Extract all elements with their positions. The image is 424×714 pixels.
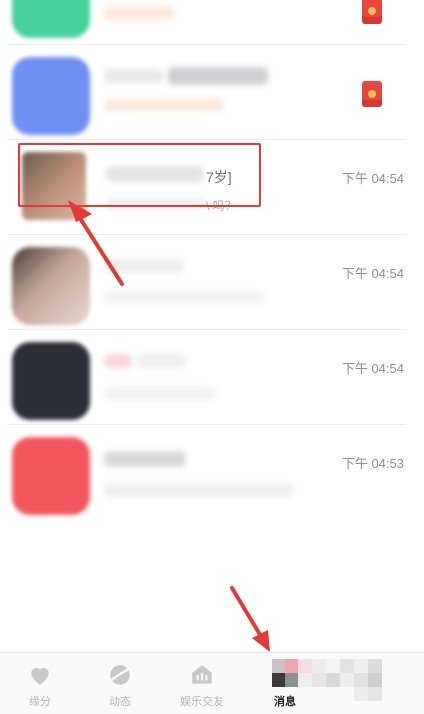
arrow-to-message-tab (230, 586, 270, 652)
message-icon (272, 659, 298, 687)
annotation-arrows (68, 200, 270, 652)
bottom-tab-bar: 缘分 动态 娱乐交友 消息 (0, 652, 424, 714)
tab-label: 娱乐交友 (180, 696, 224, 708)
heart-icon (31, 667, 49, 685)
tab-label: 缘分 (29, 696, 51, 708)
planet-icon (110, 665, 130, 685)
tab-label: 动态 (109, 696, 131, 708)
arrow-to-conversation (68, 200, 124, 286)
tab-fate[interactable]: 缘分 (0, 653, 80, 714)
tab-entertainment[interactable]: 娱乐交友 (162, 653, 242, 714)
tab-moments[interactable]: 动态 (80, 653, 160, 714)
mosaic-overlay (298, 653, 382, 701)
radio-icon (192, 665, 212, 684)
